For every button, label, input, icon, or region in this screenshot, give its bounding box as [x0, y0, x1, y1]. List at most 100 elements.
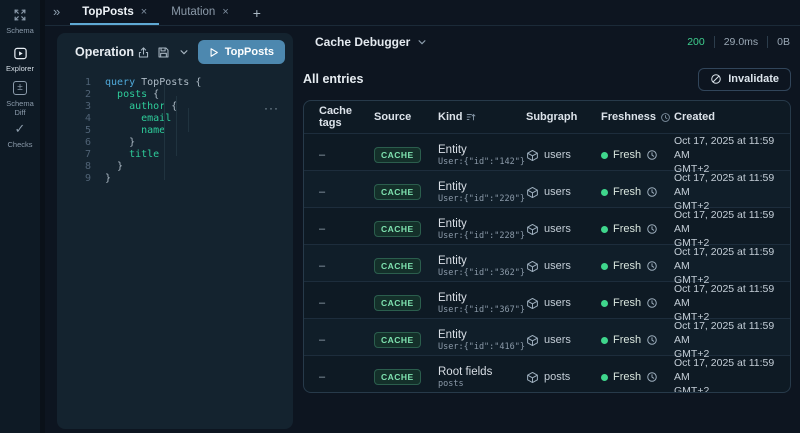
- code-line[interactable]: 5 name: [69, 125, 285, 137]
- collapse-sidebar-icon[interactable]: »: [45, 4, 70, 21]
- cube-icon: [527, 371, 538, 383]
- table-row[interactable]: – CACHE Entity User:{"id":"367"} users F…: [304, 281, 790, 323]
- kind-cell: Entity User:{"id":"362"}: [438, 254, 525, 278]
- chevron-down-icon[interactable]: [174, 41, 194, 63]
- schema-icon: [12, 7, 28, 23]
- fresh-status-dot: [601, 225, 608, 233]
- clock-info-icon[interactable]: [660, 112, 671, 123]
- sort-icon[interactable]: [466, 112, 476, 122]
- entries-header: All entries Invalidate: [303, 64, 791, 94]
- code-line[interactable]: 3 author {: [69, 101, 285, 113]
- cache-table-body: – CACHE Entity User:{"id":"142"} users F…: [304, 133, 790, 392]
- code-lines: 1 query TopPosts {2 posts {3 author {4 em…: [69, 77, 285, 185]
- section-title: All entries: [303, 72, 364, 86]
- kind-cell: Entity User:{"id":"416"}: [438, 328, 525, 352]
- code-line[interactable]: 7 title: [69, 149, 285, 161]
- debugger-toolbar: Cache Debugger 200 29.0ms 0B: [300, 26, 800, 58]
- freshness-cell: Fresh: [601, 297, 674, 309]
- tab-bar: » TopPosts × Mutation × +: [45, 0, 800, 26]
- response-size: 0B: [777, 36, 790, 48]
- subgraph-cell: users: [526, 297, 601, 310]
- cube-icon: [527, 186, 538, 198]
- more-options-icon[interactable]: ···: [264, 102, 279, 114]
- table-row[interactable]: – CACHE Root fields posts posts Fresh Oc…: [304, 355, 790, 392]
- response-time: 29.0ms: [723, 36, 759, 48]
- source-badge: CACHE: [374, 332, 421, 349]
- column-header-subgraph[interactable]: Subgraph: [526, 111, 601, 123]
- line-number: 2: [84, 89, 91, 100]
- clock-icon: [647, 298, 657, 309]
- tab-topposts[interactable]: TopPosts ×: [70, 0, 160, 25]
- table-row[interactable]: – CACHE Entity User:{"id":"362"} users F…: [304, 244, 790, 286]
- created-cell: Oct 17, 2025 at 11:59 AM GMT+2: [674, 357, 775, 393]
- kind-cell: Entity User:{"id":"142"}: [438, 143, 525, 167]
- operation-panel: Operation TopPosts 1 query TopPosts {2 p…: [57, 33, 293, 429]
- cache-debugger-dropdown[interactable]: Cache Debugger: [315, 35, 427, 49]
- indent-guide: [176, 96, 177, 156]
- sidebar-item-label: Schema: [6, 26, 34, 35]
- table-row[interactable]: – CACHE Entity User:{"id":"142"} users F…: [304, 133, 790, 175]
- code-line[interactable]: 9}: [69, 173, 285, 185]
- cache-tags-value: –: [319, 297, 326, 310]
- cache-tags-value: –: [319, 186, 326, 199]
- indent-guide: [188, 108, 189, 132]
- code-line[interactable]: 6 }: [69, 137, 285, 149]
- tab-mutation[interactable]: Mutation ×: [159, 0, 241, 25]
- line-number: 8: [84, 161, 91, 172]
- code-line[interactable]: 4 email: [69, 113, 285, 125]
- sidebar-item-explorer[interactable]: Explorer: [0, 45, 40, 73]
- share-icon[interactable]: [134, 41, 154, 63]
- column-header-kind[interactable]: Kind: [438, 111, 526, 123]
- fresh-status-dot: [601, 373, 608, 381]
- clock-icon: [647, 261, 657, 272]
- source-badge: CACHE: [374, 369, 421, 386]
- invalidate-button[interactable]: Invalidate: [698, 67, 791, 91]
- close-icon[interactable]: ×: [222, 6, 228, 18]
- table-row[interactable]: – CACHE Entity User:{"id":"220"} users F…: [304, 170, 790, 212]
- source-badge: CACHE: [374, 295, 421, 312]
- query-editor[interactable]: 1 query TopPosts {2 posts {3 author {4 em…: [57, 71, 293, 185]
- run-operation-button[interactable]: TopPosts: [197, 40, 286, 64]
- sidebar-item-label: Explorer: [6, 64, 34, 73]
- column-header-created[interactable]: Created: [674, 111, 775, 123]
- source-badge: CACHE: [374, 184, 421, 201]
- kind-cell: Entity User:{"id":"367"}: [438, 291, 525, 315]
- sidebar-item-schema-diff[interactable]: ± Schema Diff: [0, 80, 40, 118]
- close-icon[interactable]: ×: [141, 6, 147, 18]
- column-header-source[interactable]: Source: [374, 111, 438, 123]
- kind-cell: Entity User:{"id":"228"}: [438, 217, 525, 241]
- line-number: 1: [84, 77, 91, 88]
- cube-icon: [527, 334, 538, 346]
- subgraph-cell: users: [526, 186, 601, 199]
- subgraph-cell: users: [526, 260, 601, 273]
- add-tab-button[interactable]: +: [241, 5, 273, 21]
- column-header-cache-tags[interactable]: Cache tags: [319, 105, 374, 129]
- cache-tags-value: –: [319, 334, 326, 347]
- sidebar-item-checks[interactable]: ✓ Checks: [0, 121, 40, 149]
- cube-icon: [527, 149, 538, 161]
- table-row[interactable]: – CACHE Entity User:{"id":"228"} users F…: [304, 207, 790, 249]
- fresh-status-dot: [601, 336, 608, 344]
- operation-header: Operation TopPosts: [57, 33, 293, 71]
- column-header-freshness[interactable]: Freshness: [601, 111, 674, 123]
- fresh-status-dot: [601, 262, 608, 270]
- code-line[interactable]: 2 posts {: [69, 89, 285, 101]
- chevron-down-icon: [418, 40, 426, 45]
- schema-diff-icon: ±: [12, 80, 28, 96]
- ban-icon: [711, 74, 722, 84]
- code-line[interactable]: 8 }: [69, 161, 285, 173]
- checks-icon: ✓: [14, 121, 26, 136]
- sidebar-item-label: Checks: [7, 140, 33, 149]
- activity-bar: Schema Explorer ± Schema Diff ✓ Checks: [0, 0, 40, 433]
- subgraph-cell: users: [526, 149, 601, 162]
- kind-cell: Entity User:{"id":"220"}: [438, 180, 525, 204]
- freshness-cell: Fresh: [601, 260, 674, 272]
- table-header-row: Cache tags Source Kind Subgraph Freshnes…: [304, 101, 790, 133]
- table-row[interactable]: – CACHE Entity User:{"id":"416"} users F…: [304, 318, 790, 360]
- sidebar-item-schema[interactable]: Schema: [0, 7, 40, 35]
- line-number: 6: [84, 137, 91, 148]
- code-line[interactable]: 1 query TopPosts {: [69, 77, 285, 89]
- cube-icon: [527, 223, 538, 235]
- save-icon[interactable]: [154, 41, 174, 63]
- sidebar-item-label: Schema Diff: [6, 99, 34, 118]
